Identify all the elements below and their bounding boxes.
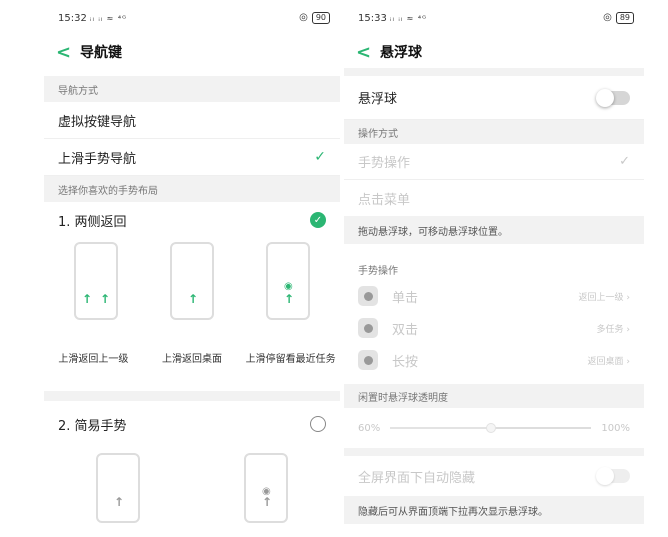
section-header-layout: 选择你喜欢的手势布局 xyxy=(44,176,340,202)
phone-illustration-recents: ◉ ↑ xyxy=(266,242,310,320)
double-tap-icon xyxy=(358,318,378,338)
battery-icon: 90 xyxy=(311,12,330,24)
gesture-label: 长按 xyxy=(392,354,419,370)
alarm-icon: ◎ xyxy=(603,12,612,23)
divider xyxy=(344,448,644,456)
layout-2-illustrations: ↑ ◉ ↑ xyxy=(44,453,340,523)
tap-icon xyxy=(358,286,378,306)
arrow-up-icon: ↑ xyxy=(99,292,110,306)
divider xyxy=(344,68,644,76)
slider-thumb[interactable] xyxy=(485,423,496,433)
page-title: 悬浮球 xyxy=(380,45,422,61)
title-bar: < 悬浮球 xyxy=(344,36,644,68)
option-swipe-label: 上滑手势导航 xyxy=(58,151,137,167)
layout-1-captions: 上滑返回上一级 上滑返回桌面 上滑停留看最近任务 xyxy=(44,350,340,365)
section-header-opacity: 闲置时悬浮球透明度 xyxy=(344,384,644,408)
chevron-right-icon: › xyxy=(626,292,630,303)
section-header-mode: 操作方式 xyxy=(344,120,644,144)
chevron-right-icon: › xyxy=(626,356,630,367)
option-swipe-gesture[interactable]: 上滑手势导航 ✓ xyxy=(44,139,340,176)
auto-hide-label: 全屏界面下自动隐藏 xyxy=(358,470,476,486)
auto-hide-row[interactable]: 全屏界面下自动隐藏 xyxy=(344,456,644,496)
layout-option-1[interactable]: 1. 两侧返回 ✓ xyxy=(44,202,340,238)
mode-gesture-option[interactable]: 手势操作 ✓ xyxy=(344,144,644,180)
layout-option-2[interactable]: 2. 简易手势 xyxy=(44,401,340,447)
hold-dot-icon: ◉ xyxy=(284,281,293,292)
chevron-right-icon: › xyxy=(626,324,630,335)
alarm-icon: ◎ xyxy=(299,12,308,23)
gesture-row-double[interactable]: 双击 多任务 › xyxy=(344,312,644,344)
hint-hide: 隐藏后可从界面顶端下拉再次显示悬浮球。 xyxy=(344,496,644,524)
opacity-row: 60% 100% xyxy=(344,408,644,448)
title-bar: < 导航键 xyxy=(44,36,340,68)
status-time: 15:33 xyxy=(358,12,387,24)
signal-icon: ᵢₗ ᵢₗ ≈ ⁴ᴳ xyxy=(390,13,427,23)
back-icon[interactable]: < xyxy=(356,42,376,63)
gesture-row-single[interactable]: 单击 返回上一级 › xyxy=(344,280,644,312)
layout-option-2-label: 2. 简易手势 xyxy=(58,418,127,434)
checkmark-icon: ✓ xyxy=(314,149,326,165)
gesture-value: 返回上一级 xyxy=(578,292,624,303)
nav-settings-screen: 15:32 ᵢₗ ᵢₗ ≈ ⁴ᴳ ◎ 90 < 导航键 导航方式 虚拟按键导航 上… xyxy=(44,0,340,537)
floating-ball-label: 悬浮球 xyxy=(358,92,398,107)
arrow-up-icon: ↑ xyxy=(114,495,125,509)
floating-ball-row[interactable]: 悬浮球 xyxy=(344,76,644,120)
arrow-up-icon: ↑ xyxy=(262,495,273,509)
option-virtual-keys[interactable]: 虚拟按键导航 xyxy=(44,102,340,139)
radio-unselected-icon[interactable] xyxy=(310,416,326,432)
arrow-up-icon: ↑ xyxy=(284,292,295,306)
caption-recents: 上滑停留看最近任务 xyxy=(245,354,336,365)
divider xyxy=(44,391,340,401)
arrow-up-icon: ↑ xyxy=(188,292,199,306)
phone-illustration-home: ↑ xyxy=(170,242,214,320)
signal-icon: ᵢₗ ᵢₗ ≈ ⁴ᴳ xyxy=(90,13,127,23)
status-time: 15:32 xyxy=(58,12,87,24)
gesture-label: 单击 xyxy=(392,290,419,306)
gesture-label: 双击 xyxy=(392,322,419,338)
opacity-max: 100% xyxy=(601,422,630,434)
section-header-gestures: 手势操作 xyxy=(344,258,644,280)
checkmark-icon: ✓ xyxy=(619,154,630,169)
layout-option-1-label: 1. 两侧返回 xyxy=(58,214,127,230)
floating-ball-toggle[interactable] xyxy=(596,88,630,107)
mode-menu-label: 点击菜单 xyxy=(358,192,411,208)
phone-illustration-simple-home: ↑ xyxy=(96,453,140,523)
phone-illustration-simple-recents: ◉ ↑ xyxy=(244,453,288,523)
floating-ball-screen: 15:33 ᵢₗ ᵢₗ ≈ ⁴ᴳ ◎ 89 < 悬浮球 悬浮球 操作方式 手势操作… xyxy=(344,0,644,537)
auto-hide-toggle[interactable] xyxy=(596,467,630,485)
battery-icon: 89 xyxy=(615,12,634,24)
back-icon[interactable]: < xyxy=(56,42,76,63)
mode-gesture-label: 手势操作 xyxy=(358,156,411,171)
layout-1-illustrations: ↑ ↑ ↑ ◉ ↑ xyxy=(44,242,340,320)
opacity-min: 60% xyxy=(358,422,381,434)
hint-drag: 拖动悬浮球，可移动悬浮球位置。 xyxy=(344,216,644,244)
caption-back: 上滑返回上一级 xyxy=(58,354,129,365)
opacity-slider[interactable] xyxy=(390,423,592,433)
gesture-row-long[interactable]: 长按 返回桌面 › xyxy=(344,344,644,376)
status-bar: 15:33 ᵢₗ ᵢₗ ≈ ⁴ᴳ ◎ 89 xyxy=(344,0,644,36)
phone-illustration-back: ↑ ↑ xyxy=(74,242,118,320)
arrow-up-icon: ↑ xyxy=(82,292,93,306)
mode-menu-option[interactable]: 点击菜单 xyxy=(344,180,644,216)
page-title: 导航键 xyxy=(80,45,122,61)
long-press-icon xyxy=(358,350,378,370)
gesture-value: 返回桌面 xyxy=(587,356,624,367)
option-virtual-label: 虚拟按键导航 xyxy=(58,114,137,130)
status-bar: 15:32 ᵢₗ ᵢₗ ≈ ⁴ᴳ ◎ 90 xyxy=(44,0,340,36)
section-header-nav-mode: 导航方式 xyxy=(44,76,340,102)
gesture-value: 多任务 xyxy=(596,324,624,335)
caption-home: 上滑返回桌面 xyxy=(161,354,222,365)
radio-selected-icon[interactable]: ✓ xyxy=(310,212,326,228)
